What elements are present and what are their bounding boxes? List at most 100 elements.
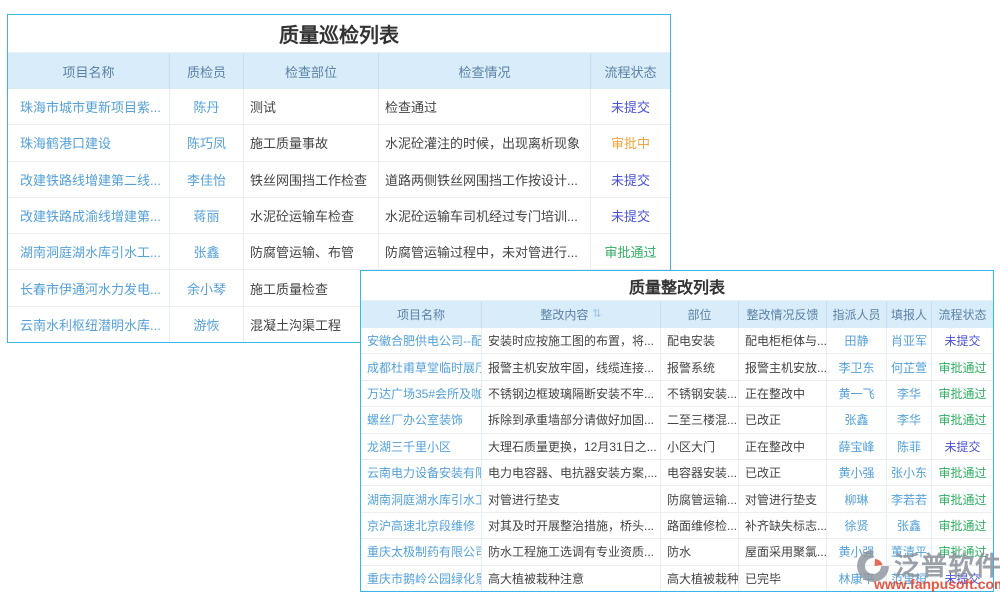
table-row: 成都杜甫草堂临时展厅独立展... 报警主机安放牢固，线缆连接... 报警系统 报… xyxy=(361,354,993,380)
inspector-name-link[interactable]: 张鑫 xyxy=(170,234,244,269)
feedback-text: 已完毕 xyxy=(739,566,827,591)
status-badge: 审批通过 xyxy=(591,234,670,269)
rectification-table-body: 安徽合肥供电公司--配电设备... 安装时应按施工图的布置，将... 配电安装 … xyxy=(361,328,993,591)
table-row: 珠海鹤港口建设 陈巧凤 施工质量事故 水泥砼灌注的时候，出现离析现象 审批中 xyxy=(8,125,670,161)
assignee-name-link[interactable]: 徐贤 xyxy=(827,513,887,538)
table-row: 重庆市鹅岭公园绿化景观提升... 高大植被栽种注意 高大植被栽种 已完毕 林康平… xyxy=(361,566,993,591)
check-part-text: 铁丝网围挡工作检查 xyxy=(244,162,379,197)
table-row: 京沪高速北京段维修 对其及时开展整治措施，桥头... 路面维修检... 补齐缺失… xyxy=(361,513,993,539)
reporter-name-link[interactable]: 董清平 xyxy=(887,539,932,564)
project-name-link[interactable]: 螺丝厂办公室装饰 xyxy=(361,407,482,432)
rectification-header-row: 项目名称 整改内容 ⇅ 部位 整改情况反馈 指派人员 填报人 流程状态 xyxy=(361,301,993,328)
inspector-name-link[interactable]: 李佳怡 xyxy=(170,162,244,197)
assignee-name-link[interactable]: 李卫东 xyxy=(827,354,887,379)
part-text: 防腐管运输... xyxy=(661,486,739,511)
assignee-name-link[interactable]: 林康平 xyxy=(827,566,887,591)
status-badge: 未提交 xyxy=(932,566,993,591)
inspector-name-link[interactable]: 陈巧凤 xyxy=(170,125,244,160)
assignee-name-link[interactable]: 黄一飞 xyxy=(827,381,887,406)
status-badge: 审批中 xyxy=(591,125,670,160)
project-name-link[interactable]: 重庆太极制药有限公司亳州中... xyxy=(361,539,482,564)
feedback-text: 正在整改中 xyxy=(739,381,827,406)
feedback-text: 屋面采用聚氯... xyxy=(739,539,827,564)
inspector-name-link[interactable]: 陈丹 xyxy=(170,89,244,124)
rectify-content-text: 高大植被栽种注意 xyxy=(482,566,661,591)
reporter-name-link[interactable]: 李若若 xyxy=(887,486,932,511)
part-text: 防水 xyxy=(661,539,739,564)
project-name-link[interactable]: 云南水利枢纽潜明水库... xyxy=(8,307,170,342)
col-header-project-name: 项目名称 xyxy=(8,53,170,89)
col-header-rectify-content[interactable]: 整改内容 ⇅ xyxy=(482,301,661,328)
project-name-link[interactable]: 长春市伊通河水力发电... xyxy=(8,270,170,305)
rectify-content-text: 大理石质量更换，12月31日之... xyxy=(482,434,661,459)
reporter-name-link[interactable]: 李华 xyxy=(887,407,932,432)
feedback-text: 已改正 xyxy=(739,407,827,432)
assignee-name-link[interactable]: 黄小强 xyxy=(827,460,887,485)
project-name-link[interactable]: 重庆市鹅岭公园绿化景观提升... xyxy=(361,566,482,591)
project-name-link[interactable]: 安徽合肥供电公司--配电设备... xyxy=(361,328,482,353)
project-name-link[interactable]: 湖南洞庭湖水库引水工程施工标 xyxy=(361,486,482,511)
project-name-link[interactable]: 改建铁路成渝线增建第... xyxy=(8,198,170,233)
feedback-text: 对管进行垫支 xyxy=(739,486,827,511)
reporter-name-link[interactable]: 李华 xyxy=(887,381,932,406)
reporter-name-link[interactable]: 张小东 xyxy=(887,460,932,485)
check-part-text: 测试 xyxy=(244,89,379,124)
col-header-check-situation: 检查情况 xyxy=(379,53,591,89)
table-row: 龙湖三千里小区 大理石质量更换，12月31日之... 小区大门 正在整改中 薛宝… xyxy=(361,434,993,460)
table-row: 珠海市城市更新项目紫... 陈丹 测试 检查通过 未提交 xyxy=(8,89,670,125)
project-name-link[interactable]: 成都杜甫草堂临时展厅独立展... xyxy=(361,354,482,379)
status-badge: 审批通过 xyxy=(932,513,993,538)
project-name-link[interactable]: 云南电力设备安装有限公司20... xyxy=(361,460,482,485)
reporter-name-link[interactable]: 范里桓 xyxy=(887,566,932,591)
reporter-name-link[interactable]: 肖亚军 xyxy=(887,328,932,353)
table-row: 万达广场35#会所及咖啡厅空... 不锈钢边框玻璃隔断安装不牢... 不锈钢安装… xyxy=(361,381,993,407)
project-name-link[interactable]: 龙湖三千里小区 xyxy=(361,434,482,459)
part-text: 高大植被栽种 xyxy=(661,566,739,591)
assignee-name-link[interactable]: 薛宝峰 xyxy=(827,434,887,459)
status-badge: 审批通过 xyxy=(932,381,993,406)
col-header-feedback: 整改情况反馈 xyxy=(739,301,827,328)
rectify-content-text: 对其及时开展整治措施，桥头... xyxy=(482,513,661,538)
feedback-text: 已改正 xyxy=(739,460,827,485)
col-header-check-part: 检查部位 xyxy=(244,53,379,89)
table-row: 改建铁路线增建第二线... 李佳怡 铁丝网围挡工作检查 道路两侧铁丝网围挡工作按… xyxy=(8,162,670,198)
project-name-link[interactable]: 珠海市城市更新项目紫... xyxy=(8,89,170,124)
status-badge: 未提交 xyxy=(932,328,993,353)
status-badge: 未提交 xyxy=(591,89,670,124)
project-name-link[interactable]: 改建铁路线增建第二线... xyxy=(8,162,170,197)
inspection-header-row: 项目名称 质检员 检查部位 检查情况 流程状态 xyxy=(8,53,670,89)
check-part-text: 水泥砼运输车检查 xyxy=(244,198,379,233)
assignee-name-link[interactable]: 田静 xyxy=(827,328,887,353)
part-text: 不锈钢安装... xyxy=(661,381,739,406)
table-row: 重庆太极制药有限公司亳州中... 防水工程施工选调有专业资质... 防水 屋面采… xyxy=(361,539,993,565)
part-text: 配电安装 xyxy=(661,328,739,353)
rectify-content-text: 对管进行垫支 xyxy=(482,486,661,511)
assignee-name-link[interactable]: 张鑫 xyxy=(827,407,887,432)
rectify-content-text: 电力电容器、电抗器安装方案,... xyxy=(482,460,661,485)
inspector-name-link[interactable]: 余小琴 xyxy=(170,270,244,305)
project-name-link[interactable]: 万达广场35#会所及咖啡厅空... xyxy=(361,381,482,406)
check-part-text: 施工质量检查 xyxy=(244,270,379,305)
project-name-link[interactable]: 珠海鹤港口建设 xyxy=(8,125,170,160)
part-text: 电容器安装... xyxy=(661,460,739,485)
assignee-name-link[interactable]: 黄小强 xyxy=(827,539,887,564)
check-part-text: 施工质量事故 xyxy=(244,125,379,160)
feedback-text: 补齐缺失标志... xyxy=(739,513,827,538)
sort-icon[interactable]: ⇅ xyxy=(592,309,601,320)
inspector-name-link[interactable]: 游恢 xyxy=(170,307,244,342)
check-part-text: 混凝土沟渠工程 xyxy=(244,307,379,342)
reporter-name-link[interactable]: 何芷萱 xyxy=(887,354,932,379)
project-name-link[interactable]: 京沪高速北京段维修 xyxy=(361,513,482,538)
status-badge: 审批通过 xyxy=(932,460,993,485)
project-name-link[interactable]: 湖南洞庭湖水库引水工... xyxy=(8,234,170,269)
table-row: 湖南洞庭湖水库引水工... 张鑫 防腐管运输、布管 防腐管运输过程中，未对管进行… xyxy=(8,234,670,270)
inspector-name-link[interactable]: 蒋丽 xyxy=(170,198,244,233)
col-header-assignee: 指派人员 xyxy=(827,301,887,328)
status-badge: 审批通过 xyxy=(932,486,993,511)
assignee-name-link[interactable]: 柳琳 xyxy=(827,486,887,511)
reporter-name-link[interactable]: 陈菲 xyxy=(887,434,932,459)
reporter-name-link[interactable]: 张鑫 xyxy=(887,513,932,538)
col-header-flow-status: 流程状态 xyxy=(932,301,993,328)
table-row: 螺丝厂办公室装饰 拆除到承重墙部分请做好加固... 二至三楼混... 已改正 张… xyxy=(361,407,993,433)
rectify-content-text: 报警主机安放牢固，线缆连接... xyxy=(482,354,661,379)
